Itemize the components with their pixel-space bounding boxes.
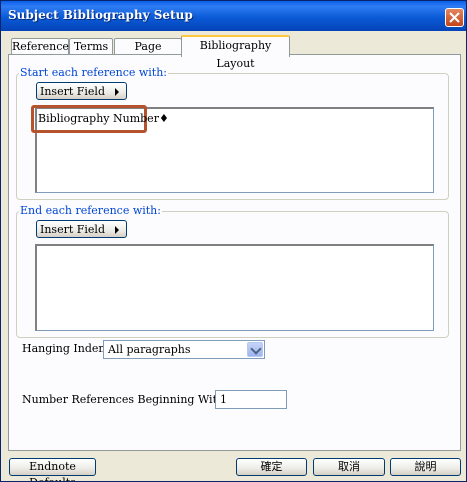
hanging-indent-value: All paragraphs <box>108 343 191 356</box>
ok-button[interactable]: 確定 <box>236 458 307 476</box>
dialog-window: Subject Bibliography Setup References Te… <box>0 0 467 482</box>
close-icon <box>449 12 460 23</box>
arrow-right-icon <box>115 226 119 234</box>
insert-field-label: Insert Field <box>40 223 105 236</box>
close-button[interactable] <box>445 8 464 27</box>
title-bar: Subject Bibliography Setup <box>1 1 466 31</box>
hanging-indent-select[interactable]: All paragraphs <box>103 340 265 359</box>
start-reference-legend: Start each reference with: <box>19 66 169 79</box>
tab-references[interactable]: References <box>11 38 75 55</box>
chevron-down-icon[interactable] <box>247 342 263 357</box>
bibliography-number-field: Bibliography Number♦ <box>38 112 169 125</box>
end-reference-legend: End each reference with: <box>19 204 162 217</box>
tab-bibliography-layout[interactable]: Bibliography Layout <box>181 35 290 70</box>
hanging-indent-label: Hanging Indent: <box>22 342 114 355</box>
endnote-defaults-button[interactable]: Endnote Defaults <box>9 458 96 481</box>
start-insert-field-button[interactable]: Insert Field <box>36 82 127 100</box>
arrow-right-icon <box>115 88 119 96</box>
insert-field-label: Insert Field <box>40 85 105 98</box>
help-button[interactable]: 說明 <box>390 458 461 476</box>
end-insert-field-button[interactable]: Insert Field <box>36 220 127 238</box>
number-start-label: Number References Beginning With: <box>22 393 228 406</box>
window-title: Subject Bibliography Setup <box>8 8 193 22</box>
number-start-input[interactable]: 1 <box>215 390 287 409</box>
cancel-button[interactable]: 取消 <box>313 458 385 476</box>
tab-terms[interactable]: Terms <box>69 38 113 55</box>
tab-page-layout[interactable]: Page Layout <box>114 38 182 69</box>
end-reference-textarea[interactable] <box>35 244 434 331</box>
